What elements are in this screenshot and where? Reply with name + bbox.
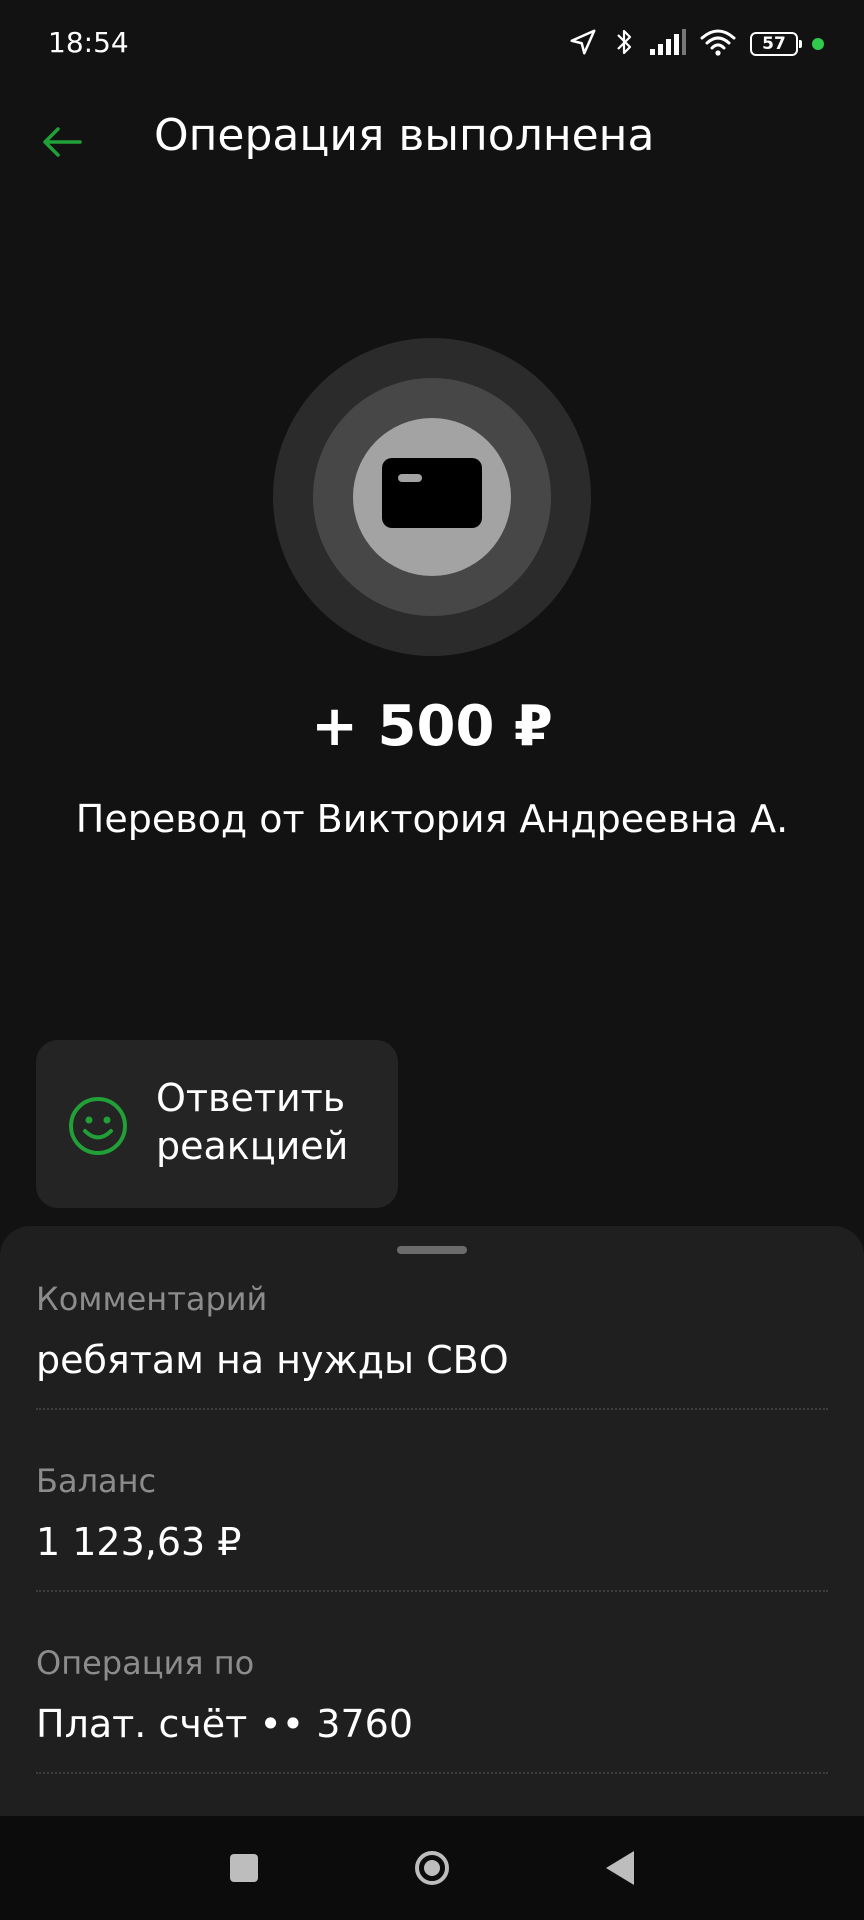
battery-level: 57 — [762, 34, 786, 54]
page-title: Операция выполнена — [154, 110, 655, 161]
system-back-button[interactable] — [590, 1838, 650, 1898]
comment-value: ребятам на нужды СВО — [36, 1338, 509, 1382]
home-icon — [415, 1851, 449, 1885]
bluetooth-icon — [612, 27, 636, 61]
balance-row: Баланс 1 123,63 ₽ — [36, 1408, 828, 1592]
recents-icon — [230, 1854, 258, 1882]
smile-icon — [69, 1097, 127, 1155]
comment-row: Комментарий ребятам на нужды СВО — [36, 1226, 828, 1410]
battery-icon: 57 — [750, 32, 802, 56]
recents-button[interactable] — [214, 1838, 274, 1898]
operation-icon — [273, 338, 591, 656]
header: Операция выполнена — [0, 96, 864, 184]
arrow-left-icon — [43, 127, 82, 157]
back-icon — [606, 1851, 634, 1885]
status-bar: 18:54 57 — [0, 0, 864, 88]
balance-label: Баланс — [36, 1462, 157, 1500]
location-icon — [568, 27, 598, 61]
reply-reaction-button[interactable]: Ответить реакцией — [36, 1040, 398, 1208]
balance-value: 1 123,63 ₽ — [36, 1520, 242, 1564]
comment-label: Комментарий — [36, 1280, 268, 1318]
account-value: Плат. счёт •• 3760 — [36, 1702, 413, 1746]
status-time: 18:54 — [48, 26, 129, 59]
status-dot — [812, 38, 824, 50]
home-button[interactable] — [402, 1838, 462, 1898]
card-icon — [382, 458, 482, 528]
account-label: Операция по — [36, 1644, 255, 1682]
signal-icon — [650, 29, 686, 59]
amount: + 500 ₽ — [311, 694, 553, 759]
back-button[interactable] — [30, 110, 94, 174]
system-nav-bar — [0, 1816, 864, 1920]
reply-reaction-label: Ответить реакцией — [156, 1076, 349, 1168]
details-sheet[interactable]: Комментарий ребятам на нужды СВО Баланс … — [0, 1226, 864, 1816]
transfer-description: Перевод от Виктория Андреевна А. — [75, 797, 789, 841]
status-icons: 57 — [568, 26, 824, 62]
wifi-icon — [700, 28, 736, 60]
account-row[interactable]: Операция по Плат. счёт •• 3760 — [36, 1590, 828, 1774]
